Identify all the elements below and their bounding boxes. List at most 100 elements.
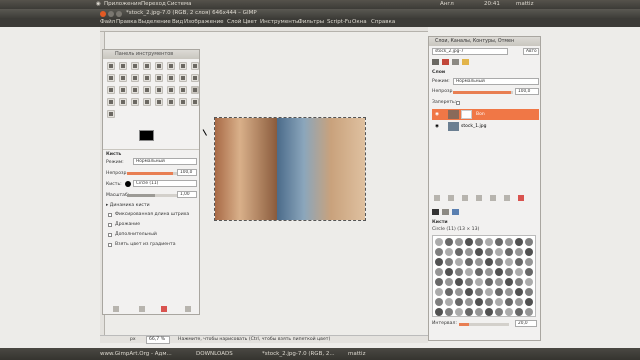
pencil-icon[interactable] (179, 86, 187, 94)
paths-tab-icon[interactable] (452, 59, 459, 65)
brush-thumbnail[interactable] (505, 238, 513, 246)
new-layer-icon[interactable] (434, 195, 440, 201)
gradient-icon[interactable] (167, 86, 175, 94)
brush-thumbnail[interactable] (515, 268, 523, 276)
clone-icon[interactable] (143, 98, 151, 106)
brush-thumbnail[interactable] (465, 308, 473, 316)
image-canvas[interactable] (214, 117, 366, 221)
brush-thumbnail[interactable] (495, 268, 503, 276)
eraser-icon[interactable] (107, 98, 115, 106)
lock-checkbox[interactable] (456, 101, 460, 105)
brush-thumbnail[interactable] (525, 248, 533, 256)
maximize-button[interactable] (116, 10, 122, 17)
brush-thumbnail[interactable] (455, 258, 463, 266)
brush-thumbnail[interactable] (455, 308, 463, 316)
menu-filters[interactable]: Фильтры (298, 18, 324, 27)
brush-thumbnail[interactable] (445, 288, 453, 296)
layer-row-stock[interactable]: ◉ stock_1.jpg (432, 121, 539, 132)
rect-select-icon[interactable] (107, 62, 115, 70)
brush-thumbnail[interactable] (455, 248, 463, 256)
brush-thumbnail[interactable] (485, 268, 493, 276)
brush-thumbnail[interactable] (495, 238, 503, 246)
shear-icon[interactable] (107, 86, 115, 94)
horizontal-ruler[interactable] (100, 27, 428, 32)
brush-thumbnail[interactable] (515, 298, 523, 306)
brush-thumbnail[interactable] (505, 298, 513, 306)
unit-select[interactable]: px (130, 336, 136, 344)
brush-thumbnail[interactable] (475, 288, 483, 296)
menu-view[interactable]: Вид (172, 18, 183, 27)
brush-thumbnail[interactable] (475, 298, 483, 306)
brush-thumbnail[interactable] (525, 258, 533, 266)
brush-thumbnail[interactable] (495, 248, 503, 256)
brush-thumbnail[interactable] (435, 268, 443, 276)
reset-options-icon[interactable] (185, 306, 191, 312)
airbrush-icon[interactable] (119, 98, 127, 106)
brush-thumbnail[interactable] (455, 288, 463, 296)
brush-thumbnail[interactable] (445, 258, 453, 266)
brush-thumbnail[interactable] (435, 298, 443, 306)
brush-thumbnail[interactable] (515, 288, 523, 296)
layer-opacity-slider[interactable] (453, 91, 513, 94)
layers-tab-icon[interactable] (432, 59, 439, 65)
ellipse-select-icon[interactable] (119, 62, 127, 70)
brush-thumbnail[interactable] (515, 308, 523, 316)
brush-thumbnail[interactable] (445, 268, 453, 276)
brush-thumbnail[interactable] (525, 288, 533, 296)
brush-select[interactable]: Circle (11) (133, 180, 197, 187)
brush-thumbnail[interactable] (475, 238, 483, 246)
brush-thumbnail[interactable] (445, 248, 453, 256)
brush-thumbnail[interactable] (515, 238, 523, 246)
brush-thumbnail[interactable] (455, 278, 463, 286)
foreground-color-swatch[interactable] (139, 130, 154, 141)
align-icon[interactable] (155, 74, 163, 82)
brush-thumbnail[interactable] (475, 258, 483, 266)
spacing-field[interactable]: 20,0 (515, 320, 537, 327)
minimize-button[interactable] (108, 10, 114, 17)
smudge-icon[interactable] (191, 98, 199, 106)
color-picker-icon[interactable] (107, 74, 115, 82)
menu-colors[interactable]: Цвет (243, 18, 257, 27)
zoom-select[interactable]: 66,7 % (146, 336, 170, 344)
image-select[interactable]: stock_2.jpg-7 (432, 48, 508, 55)
brush-thumbnail[interactable] (495, 308, 503, 316)
free-select-icon[interactable] (131, 62, 139, 70)
brush-thumbnail[interactable] (515, 258, 523, 266)
visibility-eye-icon[interactable]: ◉ (435, 121, 439, 132)
opacity-field[interactable]: 100,0 (177, 169, 197, 176)
ink-icon[interactable] (131, 98, 139, 106)
brush-thumbnail[interactable] (445, 278, 453, 286)
jitter-checkbox[interactable] (108, 223, 112, 227)
brush-thumbnail[interactable] (515, 278, 523, 286)
brush-thumbnail[interactable] (435, 278, 443, 286)
auto-button[interactable]: Авто (523, 48, 539, 55)
layer-opacity-field[interactable]: 100,0 (515, 88, 539, 95)
rotate-icon[interactable] (179, 74, 187, 82)
brush-thumbnail[interactable] (465, 288, 473, 296)
brush-preview-icon[interactable] (125, 181, 131, 187)
brush-thumbnail[interactable] (515, 248, 523, 256)
menu-places[interactable]: Переход (141, 0, 166, 9)
incremental-checkbox[interactable] (108, 233, 112, 237)
brush-thumbnail[interactable] (525, 308, 533, 316)
brush-thumbnail[interactable] (505, 268, 513, 276)
menu-image[interactable]: Изображение (184, 18, 224, 27)
clock[interactable]: 20:41 (484, 0, 500, 9)
measure-icon[interactable] (131, 74, 139, 82)
fuzzy-select-icon[interactable] (143, 62, 151, 70)
crop-icon[interactable] (167, 74, 175, 82)
brush-thumbnail[interactable] (435, 238, 443, 246)
brush-thumbnail[interactable] (495, 258, 503, 266)
menu-layer[interactable]: Слой (227, 18, 241, 27)
layer-mode-select[interactable]: Нормальный (453, 78, 539, 85)
brush-thumbnail[interactable] (475, 278, 483, 286)
brush-thumbnail[interactable] (465, 278, 473, 286)
menu-script-fu[interactable]: Script-Fu (327, 18, 351, 27)
scale-field[interactable]: 1,00 (177, 191, 197, 198)
duplicate-layer-icon[interactable] (476, 195, 482, 201)
menu-system[interactable]: Система (167, 0, 192, 9)
brush-thumbnail[interactable] (465, 248, 473, 256)
undo-tab-icon[interactable] (462, 59, 469, 65)
restore-options-icon[interactable] (139, 306, 145, 312)
menu-help[interactable]: Справка (371, 18, 395, 27)
